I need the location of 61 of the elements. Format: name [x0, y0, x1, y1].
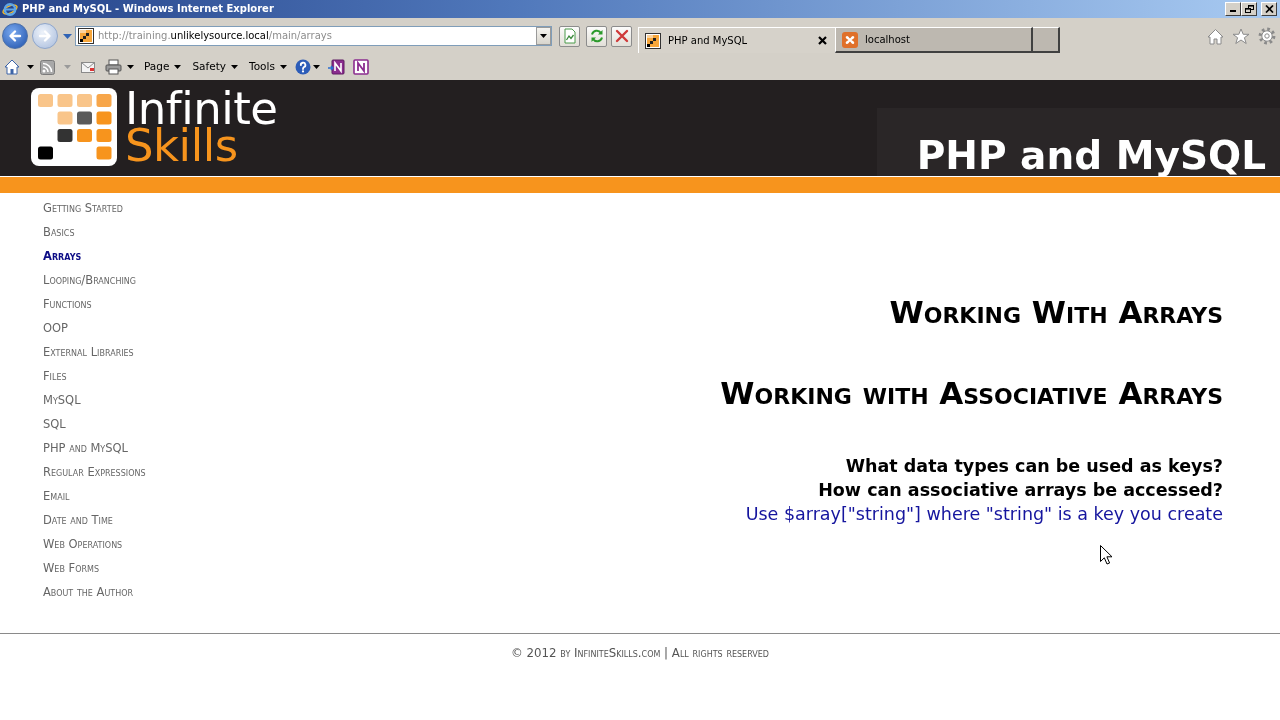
copyright-text: © 2012 by InfiniteSkills.com | All rights reserved — [511, 645, 769, 662]
caret-icon[interactable] — [231, 65, 238, 69]
sidebar-link[interactable]: About the Author — [43, 580, 133, 604]
caret-icon[interactable] — [312, 65, 320, 69]
notebook-icon[interactable] — [352, 59, 369, 75]
favicon-icon — [645, 32, 661, 49]
sidebar-link[interactable]: Web Forms — [43, 556, 100, 580]
window-title: PHP and MySQL - Windows Internet Explorer — [22, 2, 274, 16]
logo-text: Infinite — [125, 90, 278, 127]
print-icon[interactable] — [105, 59, 122, 75]
help-icon[interactable] — [294, 59, 311, 75]
sidebar-link[interactable]: Functions — [43, 292, 92, 316]
sidebar-link[interactable]: Files — [43, 364, 67, 388]
home-icon[interactable] — [4, 59, 20, 75]
menu-button[interactable]: Tools — [249, 59, 287, 75]
browser-logo-icon — [2, 1, 18, 17]
sidebar-link[interactable]: Date and Time — [43, 508, 113, 532]
new-tab-button[interactable] — [1033, 27, 1060, 53]
back-button[interactable] — [2, 23, 28, 49]
mail-icon[interactable] — [81, 61, 95, 73]
menu-button[interactable]: Safety — [192, 59, 238, 75]
browser-tab[interactable]: PHP and MySQL — [638, 27, 835, 53]
menu-button[interactable]: Page — [144, 59, 182, 75]
caret-icon[interactable] — [27, 65, 34, 69]
gear-icon[interactable] — [1258, 27, 1276, 45]
notebook-icon[interactable] — [327, 59, 345, 75]
sidebar-link[interactable]: Looping/Branching — [43, 268, 136, 292]
home-icon[interactable] — [1207, 27, 1224, 45]
banner-title: PHP and MySQL — [916, 136, 1267, 176]
browser-tab[interactable]: localhost — [835, 27, 1033, 53]
feed-icon[interactable] — [40, 59, 55, 75]
sidebar-link[interactable]: OOP — [43, 316, 69, 340]
sidebar-link[interactable]: SQL — [43, 412, 66, 436]
sidebar-link[interactable]: PHP and MySQL — [43, 436, 128, 460]
answer-text: Use $array["string"] where "string" is a key you create — [745, 503, 1223, 526]
question-text: How can associative arrays be accessed? — [818, 479, 1223, 502]
logo-text: Skills — [125, 127, 238, 164]
mouse-cursor-icon — [1100, 545, 1113, 565]
address-dropdown-button[interactable] — [536, 27, 551, 45]
sidebar-link[interactable]: Arrays — [43, 244, 82, 268]
section-heading: Working with Associative Arrays — [720, 374, 1223, 412]
page-heading: Working With Arrays — [889, 293, 1223, 331]
sidebar-link[interactable]: Getting Started — [43, 196, 123, 220]
logo-grid-icon — [31, 88, 117, 166]
caret-icon[interactable] — [540, 34, 547, 38]
favicon-icon — [842, 31, 858, 48]
sidebar-link[interactable]: MySQL — [43, 388, 81, 412]
question-text: What data types can be used as keys? — [845, 455, 1223, 478]
arrow-left-icon[interactable] — [8, 29, 22, 43]
favicon-icon — [78, 28, 94, 44]
sidebar-link[interactable]: Web Operations — [43, 532, 123, 556]
caret-icon[interactable] — [279, 65, 287, 69]
star-icon[interactable] — [1232, 27, 1250, 45]
sidebar-link[interactable]: Email — [43, 484, 70, 508]
sidebar-link[interactable]: Basics — [43, 220, 75, 244]
sidebar-link[interactable]: Regular Expressions — [43, 460, 146, 484]
close-icon[interactable] — [818, 36, 827, 45]
caret-icon[interactable] — [127, 65, 134, 69]
address-field[interactable]: http://training.unlikelysource.local/main/arrays — [75, 26, 552, 46]
caret-icon[interactable] — [174, 65, 182, 69]
sidebar-link[interactable]: External Libraries — [43, 340, 134, 364]
